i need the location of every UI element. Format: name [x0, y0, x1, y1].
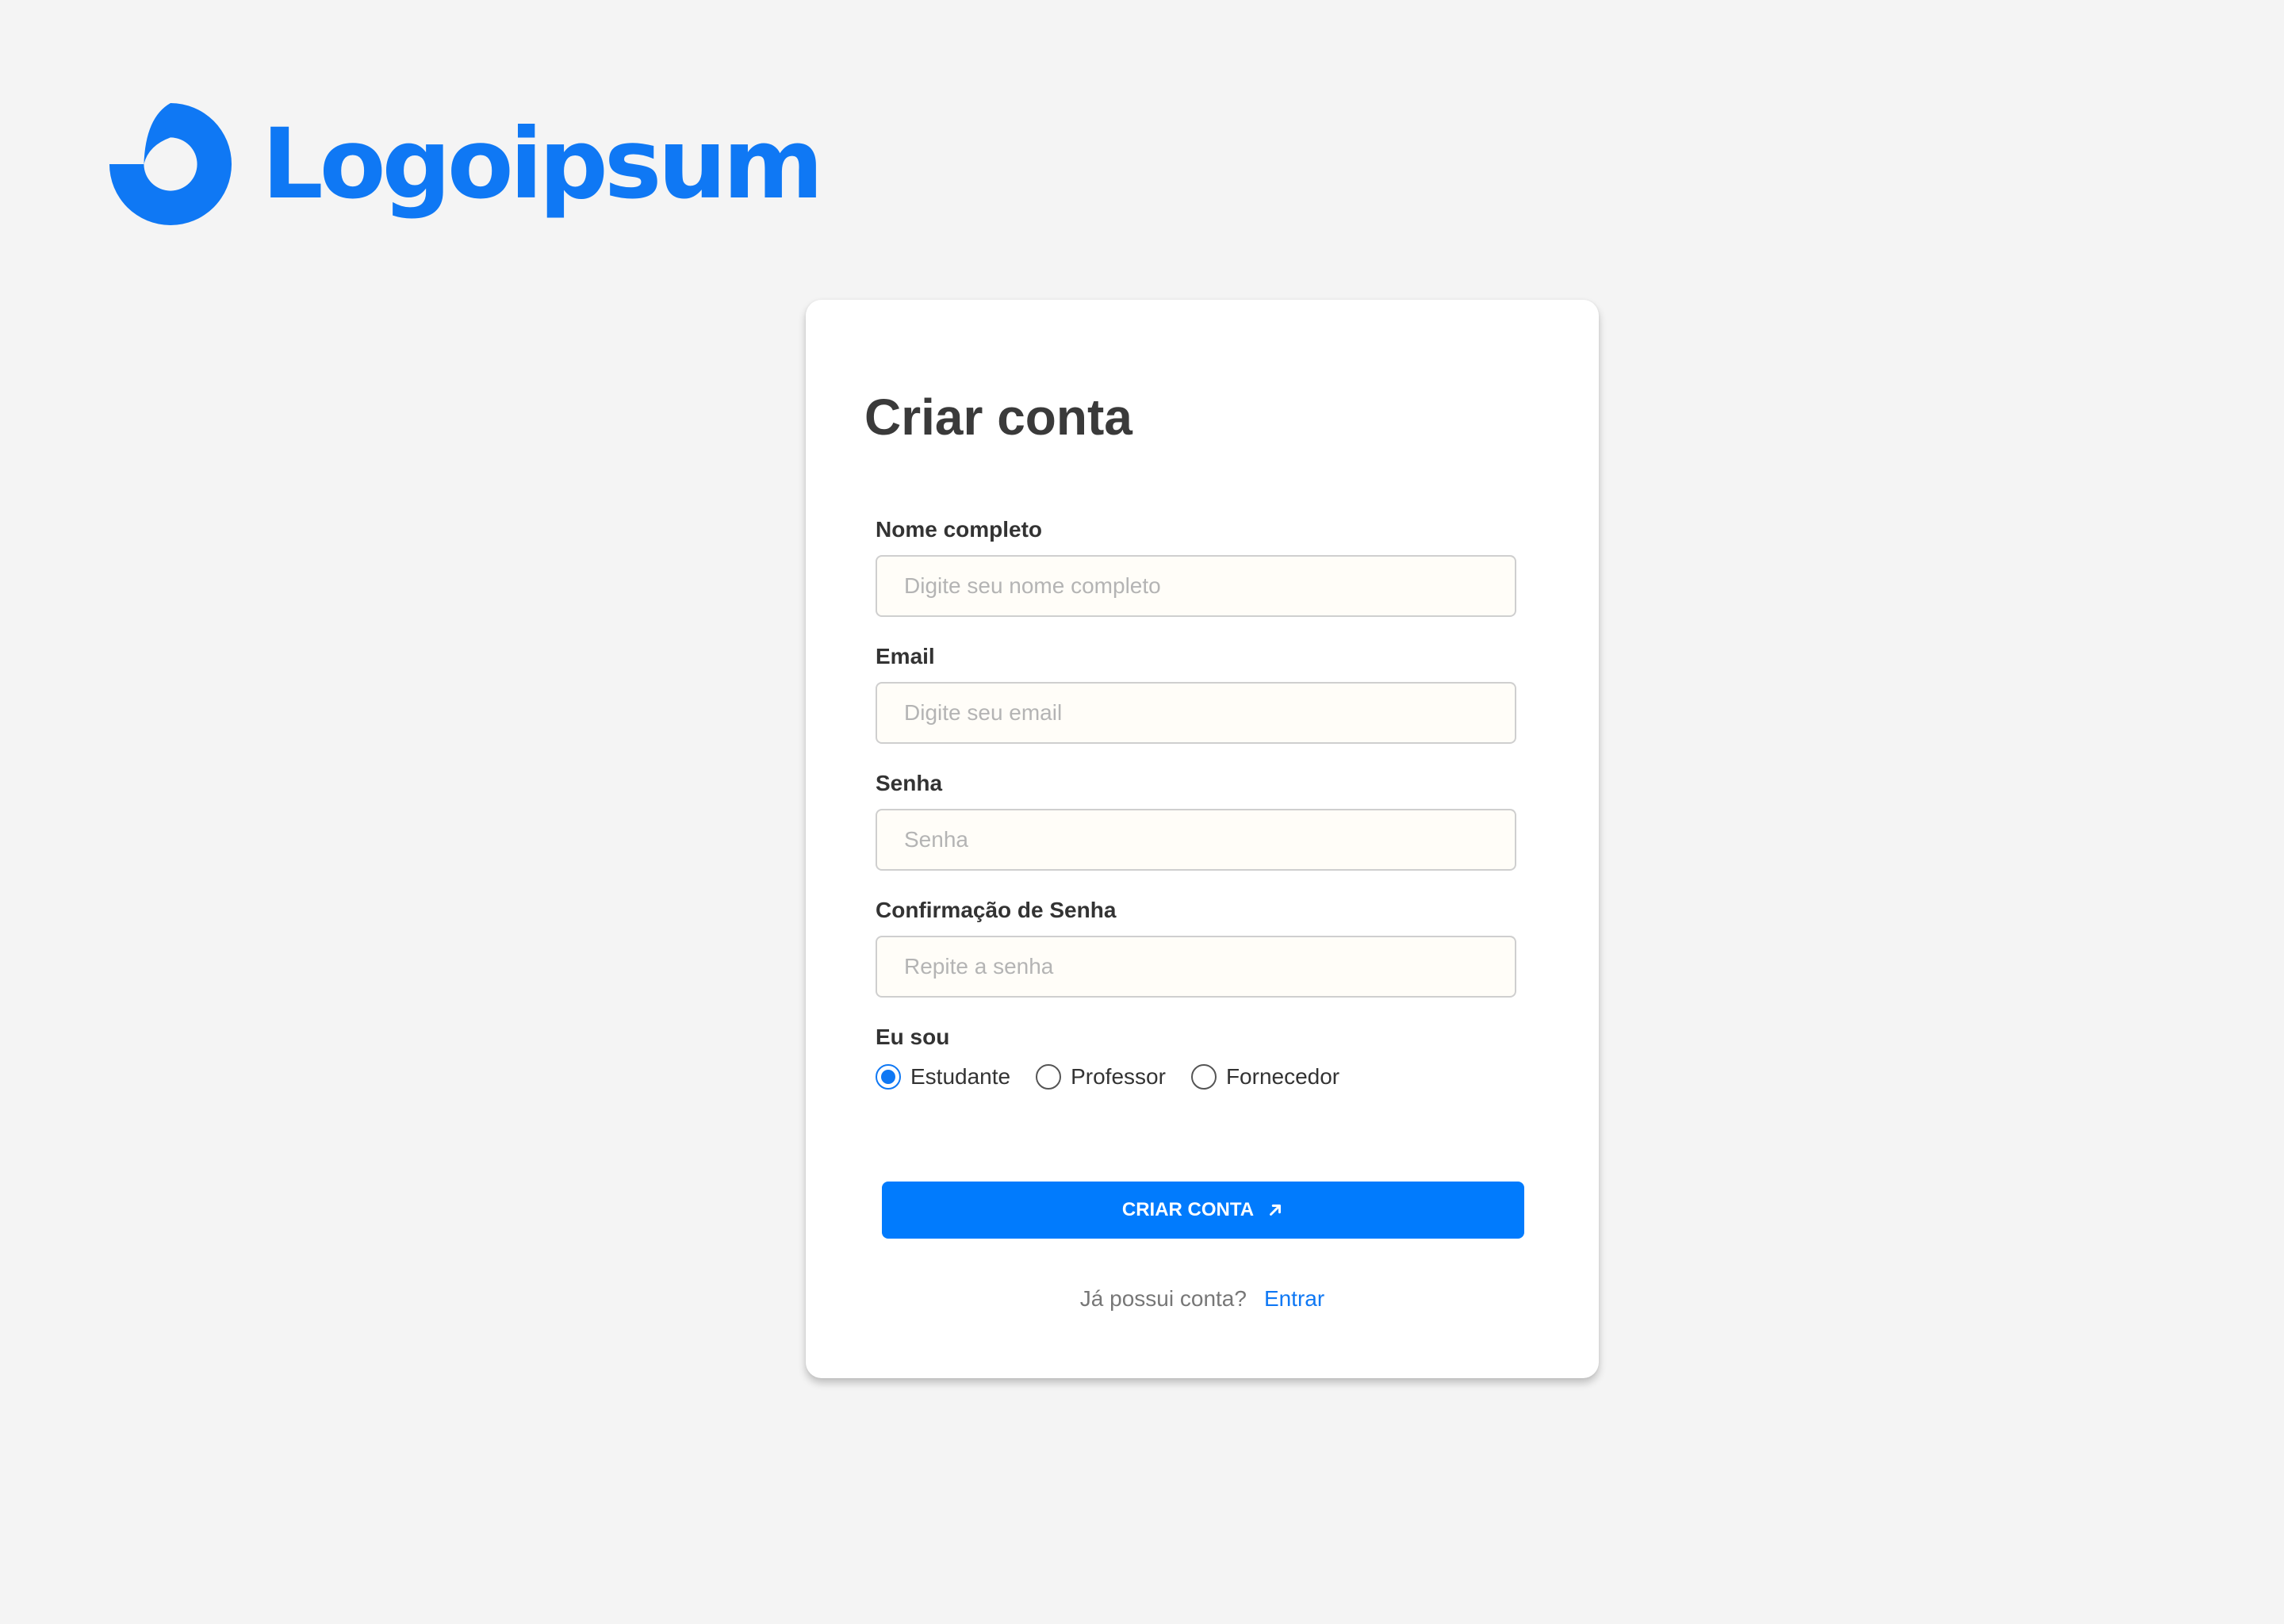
- password-label: Senha: [876, 771, 943, 795]
- password-input[interactable]: [876, 809, 1516, 871]
- role-option-label: Professor: [1071, 1064, 1166, 1089]
- role-radio-group: Estudante Professor Fornecedor: [876, 1063, 1365, 1091]
- arrow-up-right-icon: [1270, 1205, 1282, 1216]
- email-input[interactable]: [876, 682, 1516, 744]
- full-name-input[interactable]: [876, 555, 1516, 617]
- page-title: Criar conta: [864, 389, 1132, 446]
- radio-professor[interactable]: [1036, 1064, 1062, 1090]
- role-option-label: Fornecedor: [1225, 1064, 1340, 1089]
- logo: Logoipsum: [108, 102, 823, 227]
- role-option-professor[interactable]: Professor: [1036, 1064, 1166, 1090]
- logoipsum-mark-icon: [109, 102, 232, 226]
- create-account-label: CRIAR CONTA: [1121, 1199, 1255, 1220]
- radio-fornecedor[interactable]: [1190, 1064, 1217, 1090]
- login-question: Já possui conta?: [1079, 1286, 1247, 1311]
- role-label: Eu sou: [876, 1025, 950, 1049]
- email-label: Email: [876, 644, 935, 668]
- login-prompt: Já possui conta? Entrar: [806, 1288, 1599, 1310]
- full-name-label: Nome completo: [876, 517, 1043, 542]
- role-option-estudante[interactable]: Estudante: [876, 1064, 1010, 1090]
- login-link[interactable]: Entrar: [1264, 1286, 1324, 1311]
- logo-wordmark: Logoipsum: [262, 108, 823, 220]
- role-option-label: Estudante: [910, 1064, 1011, 1089]
- signup-card: Criar conta Nome completo Email Senha Co…: [806, 300, 1599, 1378]
- password-confirm-input[interactable]: [876, 936, 1516, 998]
- radio-estudante[interactable]: [876, 1064, 901, 1090]
- create-account-button[interactable]: CRIAR CONTA: [882, 1182, 1524, 1239]
- role-option-fornecedor[interactable]: Fornecedor: [1190, 1064, 1340, 1090]
- password-confirm-label: Confirmação de Senha: [876, 898, 1117, 922]
